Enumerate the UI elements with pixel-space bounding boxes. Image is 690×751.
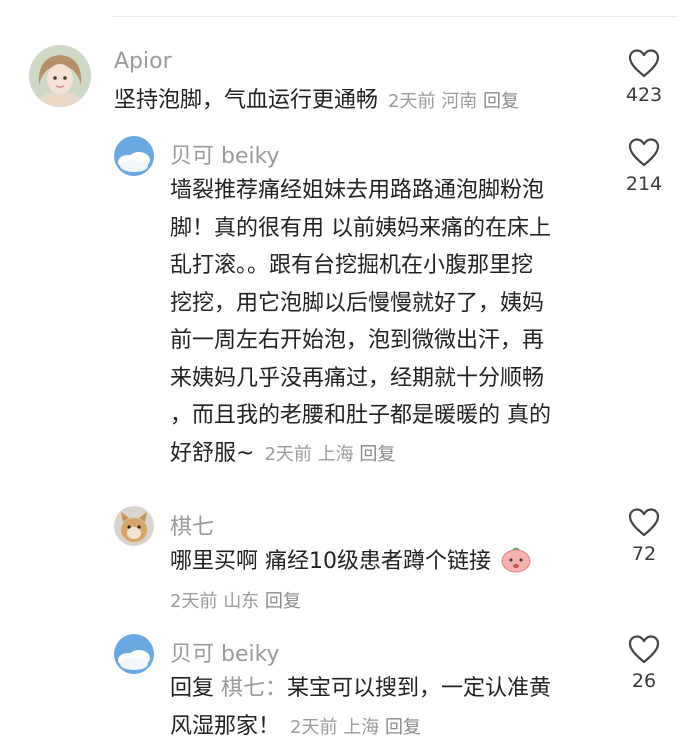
comment-meta: 2天前 上海 回复 [290, 716, 421, 738]
reply-button[interactable]: 回复 [385, 717, 421, 738]
heart-icon [628, 635, 660, 664]
like-button[interactable]: 423 [614, 48, 674, 106]
comment-text: 坚持泡脚，气血运行更通畅 2天前 河南 回复 [114, 88, 519, 113]
avatar[interactable] [29, 45, 91, 107]
like-button[interactable]: 72 [614, 507, 674, 565]
like-count: 214 [625, 173, 663, 195]
username[interactable]: 贝可 beiky [170, 138, 280, 170]
comment-meta: 2天前 山东 回复 [170, 591, 301, 612]
comment-text: 哪里买啊 痛经10级患者蹲个链接 [170, 543, 532, 581]
like-count: 72 [631, 543, 657, 565]
reply-button[interactable]: 回复 [359, 444, 395, 465]
username[interactable]: Apior [114, 49, 172, 74]
peach-emoji-icon [501, 547, 531, 573]
like-button[interactable]: 26 [614, 634, 674, 692]
username[interactable]: 棋七 [170, 509, 214, 541]
reply-button[interactable]: 回复 [265, 591, 301, 612]
reply-button[interactable]: 回复 [483, 91, 519, 112]
username[interactable]: 贝可 beiky [170, 636, 280, 668]
heart-icon [628, 138, 660, 167]
avatar[interactable] [114, 506, 154, 546]
divider [112, 16, 678, 17]
like-count: 26 [631, 670, 657, 692]
like-count: 423 [625, 84, 663, 106]
heart-icon [628, 508, 660, 537]
comment-meta: 2天前 上海 回复 [264, 443, 396, 465]
comment-meta: 2天前 河南 回复 [388, 91, 519, 112]
like-button[interactable]: 214 [614, 137, 674, 195]
avatar[interactable] [114, 136, 154, 176]
heart-icon [628, 49, 660, 78]
avatar[interactable] [114, 634, 154, 674]
reply-prefix: 回复 [170, 676, 215, 701]
reply-target-name[interactable]: 棋七： [221, 676, 287, 701]
comment-text: 回复 棋七：某宝可以搜到，一定认准黄 风湿那家！ 2天前 上海 回复 [170, 676, 552, 739]
comment-text: 墙裂推荐痛经姐妹去用路路通泡脚粉泡 脚！真的很有用 以前姨妈来痛的在床上 乱打滚… [170, 178, 551, 466]
